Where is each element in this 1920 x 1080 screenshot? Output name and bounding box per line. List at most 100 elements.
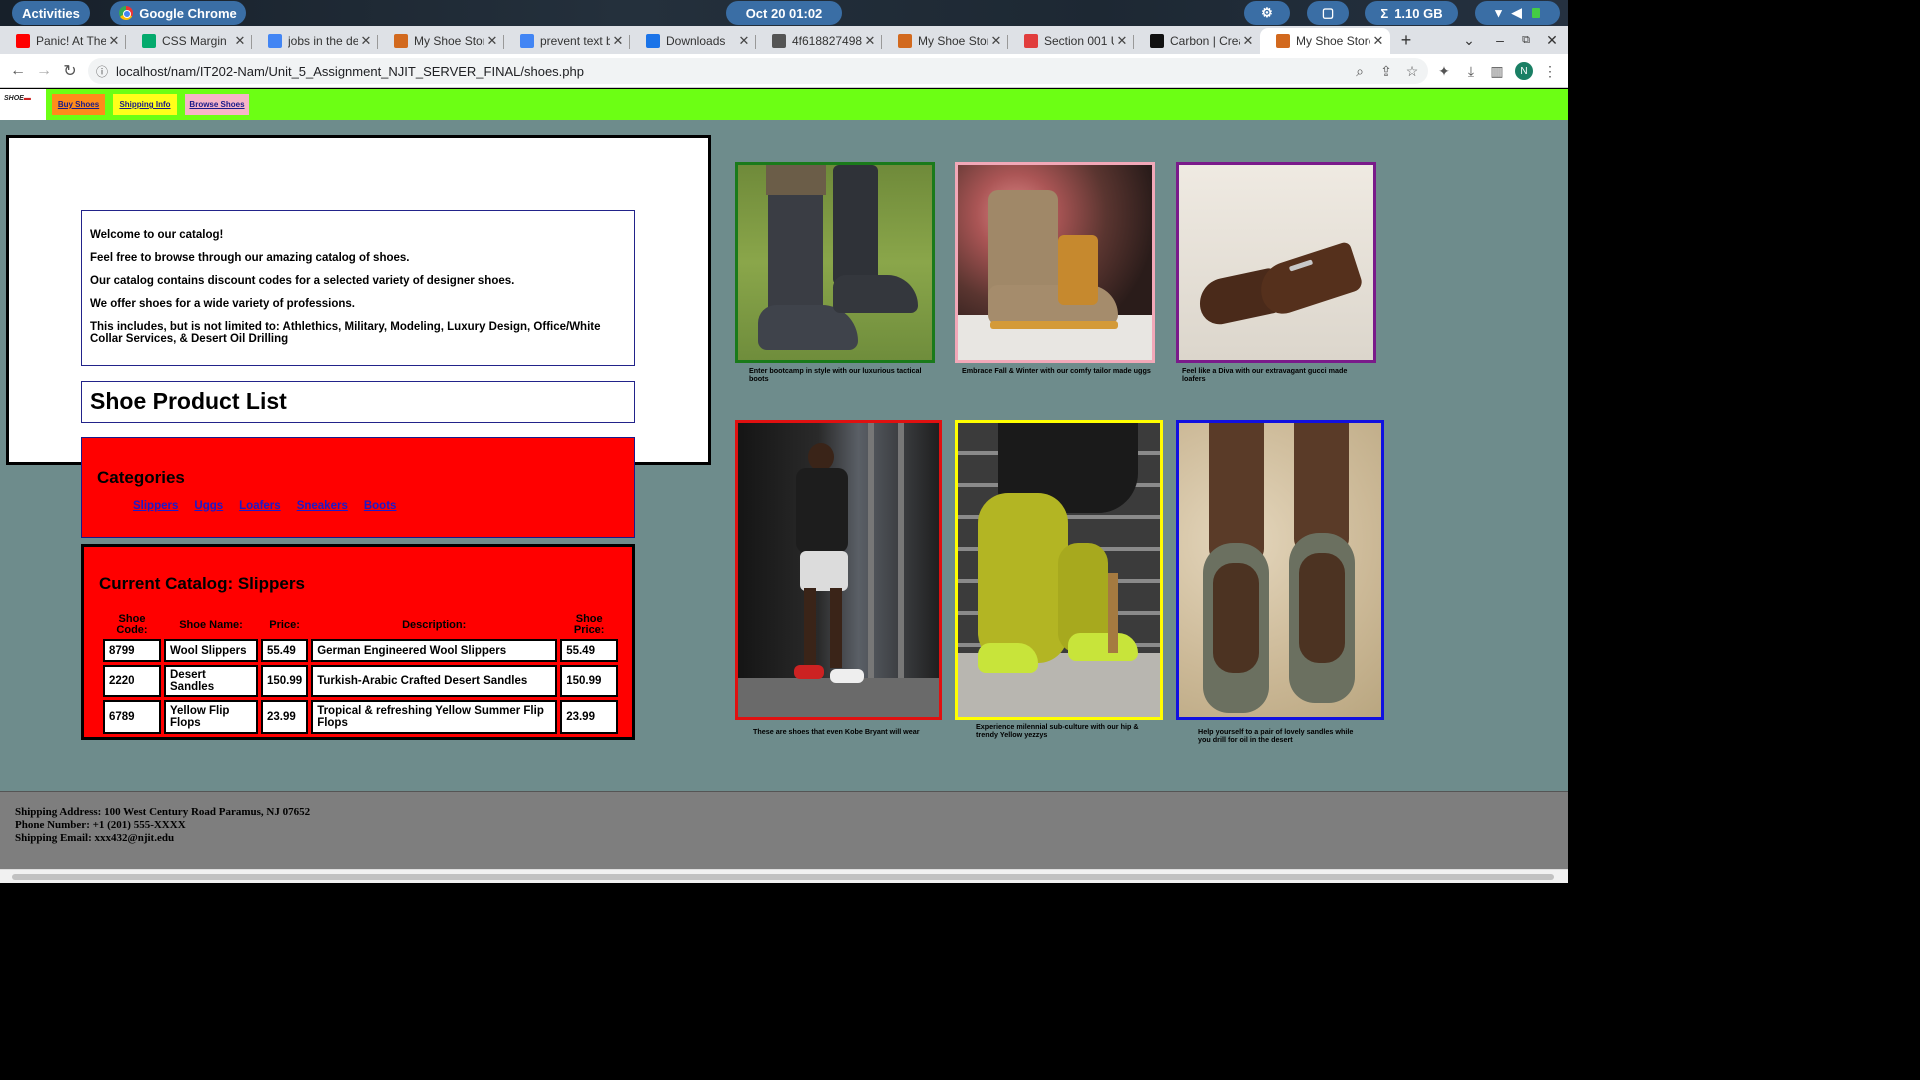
category-link-slippers[interactable]: Slippers: [133, 500, 178, 512]
tab-close-icon[interactable]: ✕: [610, 33, 626, 49]
site-logo[interactable]: SHOE▬: [0, 89, 46, 120]
page-icon: [394, 34, 408, 48]
table-header-row: Shoe Code: Shoe Name: Price: Description…: [103, 614, 618, 636]
gallery-caption: These are shoes that even Kobe Bryant wi…: [753, 727, 920, 736]
zoom-icon[interactable]: ⌕: [1348, 59, 1372, 83]
welcome-box: Welcome to our catalog! Feel free to bro…: [81, 210, 635, 366]
carbon-icon: [1150, 34, 1164, 48]
memory-indicator[interactable]: Σ 1.10 GB: [1365, 1, 1458, 25]
menu-kebab-icon[interactable]: ⋮: [1538, 59, 1562, 83]
tab-close-icon[interactable]: ✕: [1240, 33, 1256, 49]
url-text[interactable]: localhost/nam/IT202-Nam/Unit_5_Assignmen…: [116, 64, 584, 79]
tab-close-icon[interactable]: ✕: [862, 33, 878, 49]
minimize-button[interactable]: –: [1487, 26, 1513, 54]
reload-button[interactable]: ↻: [58, 59, 82, 83]
system-status-menu[interactable]: ▾ ◀: [1475, 1, 1560, 25]
product-list-title: Shoe Product List: [81, 381, 635, 423]
tab-item[interactable]: Carbon | Creat✕: [1134, 28, 1260, 54]
clipboard-icon: ▢: [1321, 5, 1335, 20]
arrow-left-icon: ←: [10, 62, 26, 79]
side-panel-icon[interactable]: ▥: [1485, 59, 1509, 83]
address-bar[interactable]: ⓘ localhost/nam/IT202-Nam/Unit_5_Assignm…: [88, 58, 1428, 84]
gallery-caption: Feel like a Diva with our extravagant gu…: [1182, 366, 1348, 383]
gallery-caption: Help yourself to a pair of lovely sandle…: [1198, 727, 1354, 744]
clock-button[interactable]: Oct 20 01:02: [726, 1, 842, 25]
table-cell: 2220: [103, 665, 161, 697]
clipboard-button[interactable]: ▢: [1307, 1, 1349, 25]
page-icon: [898, 34, 912, 48]
profile-avatar[interactable]: N: [1515, 62, 1533, 80]
tab-item[interactable]: Panic! At The D✕: [0, 28, 126, 54]
nav-browse-shoes[interactable]: Browse Shoes: [185, 94, 249, 115]
tab-item[interactable]: 4f618827498 1✕: [756, 28, 882, 54]
column-header: Description:: [402, 618, 467, 631]
nav-shipping-info[interactable]: Shipping Info: [113, 94, 177, 115]
chevron-down-icon: ⌄: [1463, 31, 1475, 48]
table-cell: 23.99: [560, 700, 619, 734]
tab-close-icon[interactable]: ✕: [1114, 33, 1130, 49]
share-icon[interactable]: ⇪: [1374, 59, 1398, 83]
column-header: Shoe Code:: [116, 613, 148, 636]
tab-item[interactable]: jobs in the des ✕: [252, 28, 378, 54]
tab-close-icon[interactable]: ✕: [484, 33, 500, 49]
table-cell: Yellow Flip Flops: [164, 700, 258, 734]
tab-title: My Shoe Store: [1296, 34, 1370, 48]
extensions-icon[interactable]: ✦: [1432, 59, 1456, 83]
footer-address: Shipping Address: 100 West Century Road …: [15, 806, 311, 818]
table-row: 2220 Desert Sandles 150.99 Turkish-Arabi…: [103, 665, 619, 697]
tab-item[interactable]: My Shoe Store✕: [378, 28, 504, 54]
nav-buy-shoes[interactable]: Buy Shoes: [52, 94, 105, 115]
table-cell: 8799: [103, 639, 161, 662]
tab-item[interactable]: Section 001 Ur✕: [1008, 28, 1134, 54]
activities-button[interactable]: Activities: [12, 1, 90, 25]
tab-separator: [629, 35, 630, 49]
sigma-icon: Σ: [1380, 5, 1389, 21]
canvas-icon: [1024, 34, 1038, 48]
tab-item[interactable]: My Shoe Store✕: [882, 28, 1008, 54]
tab-separator: [125, 35, 126, 49]
catalog-panel: Current Catalog: Slippers Shoe Code: Sho…: [81, 544, 635, 740]
tab-close-icon[interactable]: ✕: [1370, 33, 1386, 49]
site-info-icon[interactable]: ⓘ: [88, 63, 116, 80]
memory-label: 1.10 GB: [1394, 5, 1443, 21]
gallery-caption: Enter bootcamp in style with our luxurio…: [749, 366, 922, 383]
tab-item[interactable]: Downloads ✕: [630, 28, 756, 54]
table-row: 8799 Wool Slippers 55.49 German Engineer…: [103, 639, 619, 662]
category-link-uggs[interactable]: Uggs: [194, 500, 223, 512]
tab-close-icon[interactable]: ✕: [358, 33, 374, 49]
tab-close-icon[interactable]: ✕: [106, 33, 122, 49]
tab-item[interactable]: My Shoe Store✕: [1260, 28, 1390, 54]
network-indicator-button[interactable]: ⚙: [1244, 1, 1290, 25]
tab-close-icon[interactable]: ✕: [232, 33, 248, 49]
welcome-line: Feel free to browse through our amazing …: [90, 252, 410, 264]
bookmark-star-icon[interactable]: ☆: [1400, 59, 1424, 83]
tab-title: Downloads: [666, 34, 726, 48]
category-link-loafers[interactable]: Loafers: [239, 500, 281, 512]
welcome-line: We offer shoes for a wide variety of pro…: [90, 298, 355, 310]
footer-email: Shipping Email: xxx432@njit.edu: [15, 832, 175, 844]
scrollbar-thumb[interactable]: [12, 874, 1554, 880]
tab-strip: Panic! At The D✕CSS Margin✕jobs in the d…: [0, 26, 1568, 54]
category-links: Slippers Uggs Loafers Sneakers Boots: [133, 500, 634, 512]
tab-item[interactable]: CSS Margin ✕: [126, 28, 252, 54]
tab-separator: [881, 35, 882, 49]
nav-browse-label: Browse Shoes: [189, 100, 245, 109]
forward-button[interactable]: →: [32, 59, 56, 83]
category-link-boots[interactable]: Boots: [364, 500, 397, 512]
horizontal-scrollbar[interactable]: [0, 869, 1568, 883]
downloads-icon[interactable]: ⤓: [1459, 59, 1483, 83]
footer-phone: Phone Number: +1 (201) 555-XXXX: [15, 819, 186, 831]
close-icon: ✕: [1546, 31, 1558, 48]
maximize-button[interactable]: ⧉: [1513, 26, 1539, 54]
app-menu-button[interactable]: Google Chrome: [110, 1, 246, 25]
category-link-sneakers[interactable]: Sneakers: [297, 500, 348, 512]
new-tab-button[interactable]: +: [1393, 26, 1419, 54]
tab-close-icon[interactable]: ✕: [988, 33, 1004, 49]
back-button[interactable]: ←: [6, 59, 30, 83]
tab-close-icon[interactable]: ✕: [736, 33, 752, 49]
tab-item[interactable]: prevent text b ✕: [504, 28, 630, 54]
nav-shipping-label: Shipping Info: [119, 100, 171, 109]
table-cell: 55.49: [560, 639, 619, 662]
close-window-button[interactable]: ✕: [1539, 26, 1565, 54]
tab-search-button[interactable]: ⌄: [1456, 26, 1482, 54]
